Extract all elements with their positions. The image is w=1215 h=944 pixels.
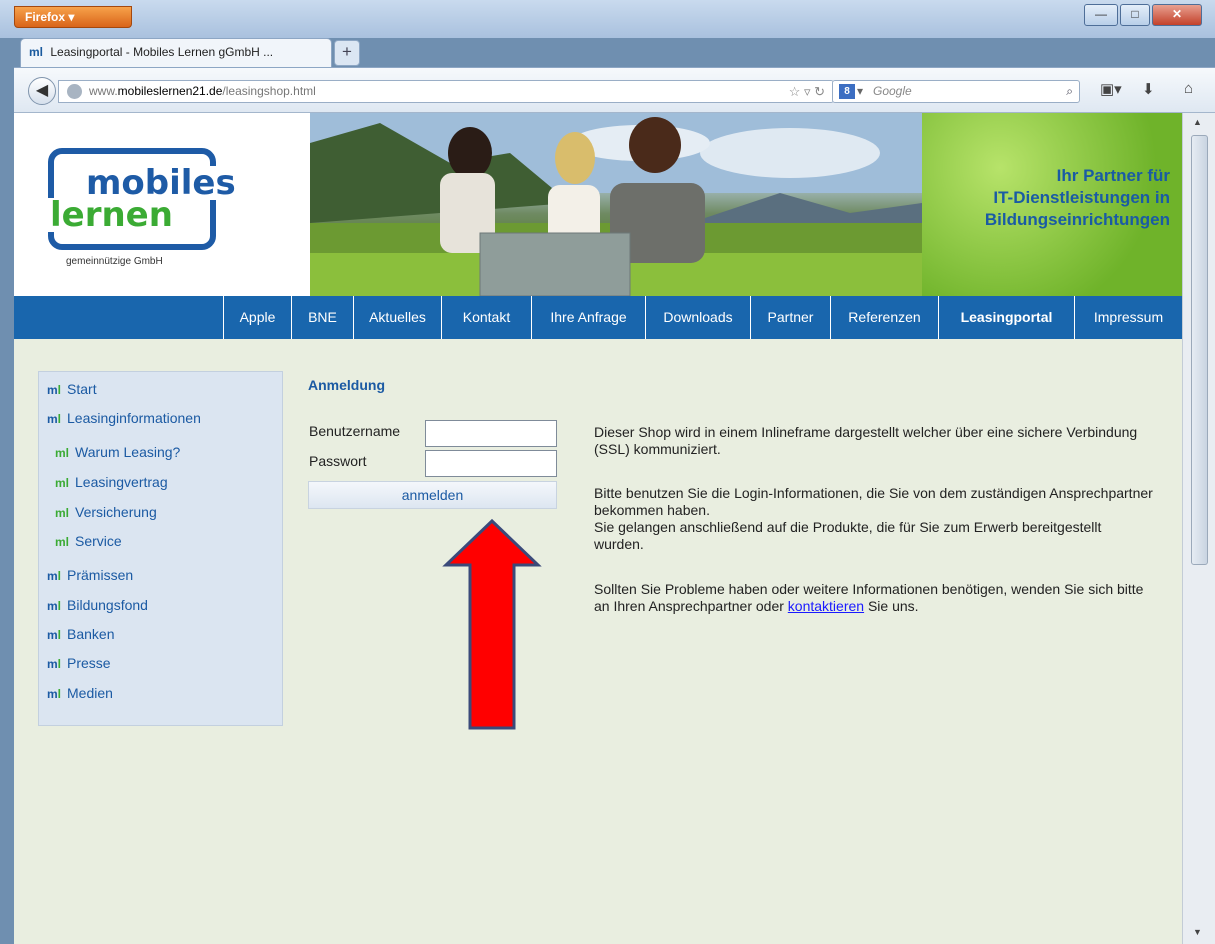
menu-item-partner[interactable]: Partner bbox=[750, 296, 830, 339]
firefox-menu-button[interactable]: Firefox ▾ bbox=[14, 6, 132, 28]
sidebar-item-service[interactable]: ml Service bbox=[55, 533, 122, 549]
tab-leasingportal[interactable]: ml Leasingportal - Mobiles Lernen gGmbH … bbox=[20, 38, 332, 68]
maximize-button[interactable]: □ bbox=[1120, 4, 1150, 26]
sidebar-item-bildungsfond[interactable]: ml Bildungsfond bbox=[47, 597, 148, 613]
tab-title: Leasingportal - Mobiles Lernen gGmbH ... bbox=[50, 45, 274, 59]
scroll-up-icon[interactable]: ▲ bbox=[1193, 117, 1202, 127]
bookmarks-icon[interactable]: ▣▾ bbox=[1100, 80, 1122, 98]
login-button[interactable]: anmelden bbox=[308, 481, 557, 509]
vertical-scrollbar[interactable]: ▲ ▼ bbox=[1182, 113, 1215, 944]
home-icon[interactable]: ⌂ bbox=[1184, 80, 1193, 97]
globe-icon bbox=[67, 84, 82, 99]
window-titlebar: Firefox ▾ — □ ✕ bbox=[0, 0, 1215, 38]
sidebar-item-leasingvertrag[interactable]: ml Leasingvertrag bbox=[55, 474, 168, 490]
menu-item-bne[interactable]: BNE bbox=[291, 296, 353, 339]
red-arrow-annotation bbox=[442, 518, 542, 730]
sidebar-item-banken[interactable]: ml Banken bbox=[47, 626, 115, 642]
ml-bullet-icon: ml bbox=[47, 569, 62, 583]
menu-item-leasingportal[interactable]: Leasingportal bbox=[938, 296, 1074, 339]
search-input[interactable]: 8 ▾ Google ⌕ bbox=[832, 80, 1080, 103]
sidebar-item-leasinginformationen[interactable]: ml Leasinginformationen bbox=[47, 410, 201, 426]
url-bar[interactable]: www.mobileslernen21.de/leasingshop.html … bbox=[58, 80, 834, 103]
download-icon[interactable]: ⬇ bbox=[1142, 80, 1155, 98]
chevron-down-icon[interactable]: ▾ bbox=[857, 81, 863, 102]
new-tab-button[interactable]: + bbox=[334, 40, 360, 66]
password-field[interactable] bbox=[425, 450, 557, 477]
login-title: Anmeldung bbox=[308, 377, 385, 393]
site-favicon-icon: ml bbox=[29, 45, 44, 59]
menu-item-impressum[interactable]: Impressum bbox=[1074, 296, 1182, 339]
ml-bullet-icon: ml bbox=[47, 412, 62, 426]
sidebar-item-medien[interactable]: ml Medien bbox=[47, 685, 113, 701]
info-paragraph-ssl: Dieser Shop wird in einem Inlineframe da… bbox=[594, 424, 1138, 457]
url-domain: mobileslernen21.de bbox=[117, 84, 223, 98]
menu-item-kontakt[interactable]: Kontakt bbox=[441, 296, 531, 339]
scrollbar-thumb[interactable] bbox=[1191, 135, 1208, 565]
minimize-button[interactable]: — bbox=[1084, 4, 1118, 26]
password-label: Passwort bbox=[309, 453, 367, 469]
sidebar-item-presse[interactable]: ml Presse bbox=[47, 655, 111, 671]
main-menu: Apple BNE Aktuelles Kontakt Ihre Anfrage… bbox=[14, 296, 1182, 339]
sidebar-item-versicherung[interactable]: ml Versicherung bbox=[55, 504, 157, 520]
search-engine-icon[interactable]: 8 bbox=[839, 84, 855, 99]
ml-bullet-icon: ml bbox=[47, 687, 62, 701]
ml-bullet-icon: ml bbox=[47, 383, 62, 397]
ml-bullet-icon: ml bbox=[47, 628, 62, 642]
ml-bullet-icon: ml bbox=[55, 506, 70, 520]
sidebar-item-praemissen[interactable]: ml Prämissen bbox=[47, 567, 133, 583]
ml-bullet-icon: ml bbox=[55, 476, 70, 490]
site-header: mobiles lernen gemeinnützige GmbH Ihr Pa… bbox=[14, 113, 1182, 296]
menu-item-aktuelles[interactable]: Aktuelles bbox=[353, 296, 441, 339]
navigation-toolbar: ◀ www.mobileslernen21.de/leasingshop.htm… bbox=[14, 67, 1215, 113]
menu-item-referenzen[interactable]: Referenzen bbox=[830, 296, 938, 339]
page-viewport: mobiles lernen gemeinnützige GmbH Ihr Pa… bbox=[14, 113, 1182, 944]
username-label: Benutzername bbox=[309, 423, 401, 439]
mobiles-lernen-logo[interactable]: mobiles lernen bbox=[48, 148, 238, 250]
username-field[interactable] bbox=[425, 420, 557, 447]
menu-item-apple[interactable]: Apple bbox=[223, 296, 291, 339]
sidebar-nav: ml Start ml Leasinginformationen ml Warum L… bbox=[38, 371, 283, 726]
sidebar-item-start[interactable]: ml Start bbox=[47, 381, 97, 397]
info-paragraph-contact: Sollten Sie Probleme haben oder weitere … bbox=[594, 581, 1144, 614]
info-paragraph-login: Bitte benutzen Sie die Login-Information… bbox=[594, 485, 1153, 552]
slogan-banner: Ihr Partner für IT-Dienstleistungen in B… bbox=[922, 113, 1182, 296]
close-button[interactable]: ✕ bbox=[1152, 4, 1202, 26]
slogan-text: Ihr Partner für IT-Dienstleistungen in B… bbox=[984, 166, 1170, 229]
search-icon[interactable]: ⌕ bbox=[1066, 81, 1073, 102]
menu-item-downloads[interactable]: Downloads bbox=[645, 296, 750, 339]
url-path: /leasingshop.html bbox=[222, 84, 316, 98]
ml-bullet-icon: ml bbox=[47, 599, 62, 613]
header-photo bbox=[310, 113, 922, 296]
ml-bullet-icon: ml bbox=[55, 446, 70, 460]
scroll-down-icon[interactable]: ▼ bbox=[1193, 927, 1202, 937]
back-arrow-icon[interactable]: ◀ bbox=[28, 77, 56, 105]
contact-link[interactable]: kontaktieren bbox=[788, 598, 864, 614]
ml-bullet-icon: ml bbox=[47, 657, 62, 671]
ml-bullet-icon: ml bbox=[55, 535, 70, 549]
menu-item-ihre-anfrage[interactable]: Ihre Anfrage bbox=[531, 296, 645, 339]
sidebar-item-warum-leasing[interactable]: ml Warum Leasing? bbox=[55, 444, 180, 460]
bookmark-star-icon[interactable]: ☆ ▿ ↻ bbox=[789, 81, 825, 102]
logo-subtitle: gemeinnützige GmbH bbox=[66, 256, 163, 267]
